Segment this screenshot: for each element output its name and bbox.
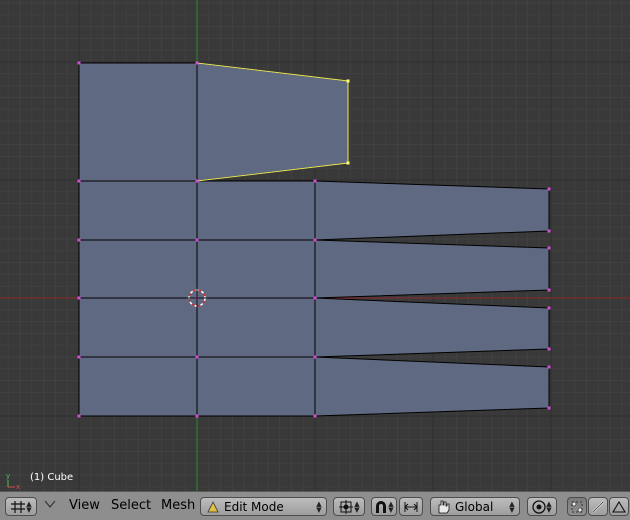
face-select-icon — [612, 500, 626, 513]
mesh-vertex — [313, 414, 317, 418]
mesh-vertex — [547, 406, 551, 410]
axis-y-label: y — [6, 472, 10, 480]
axis-widget: y x — [4, 470, 24, 490]
mesh-vertex — [195, 238, 199, 242]
mesh-vertex — [195, 61, 199, 65]
menu-view[interactable]: View — [69, 498, 100, 513]
mesh-vertex — [547, 306, 551, 310]
mode-icon — [207, 500, 219, 512]
mode-selector[interactable]: Edit Mode ▲ ▼ — [200, 497, 327, 516]
mesh-vertex — [547, 229, 551, 233]
mesh[interactable] — [0, 0, 630, 491]
mesh-vertex — [313, 355, 317, 359]
selected-vertex — [346, 79, 350, 83]
mesh-vertex — [313, 296, 317, 300]
mesh-vertex — [195, 179, 199, 183]
menu-select[interactable]: Select — [111, 498, 151, 513]
proportional-edit-button[interactable]: ▲ ▼ — [527, 497, 557, 516]
mesh-vertex — [547, 246, 551, 250]
orientation-selector[interactable]: Global ▲ ▼ — [430, 497, 520, 516]
mesh-face — [196, 180, 316, 241]
axis-x-label: x — [16, 483, 20, 490]
mesh-face — [78, 297, 198, 358]
mesh-vertex — [77, 414, 81, 418]
face-select-button[interactable] — [609, 497, 629, 516]
mesh-vertex — [547, 187, 551, 191]
viewport-header: ▲ ▼ View Select Mesh Edit Mode ▲ ▼ ▲ ▼ ▲ ▼ G… — [0, 491, 630, 520]
active-object-label: (1) Cube — [30, 472, 74, 483]
proportional-icon — [532, 499, 546, 514]
snap-icon — [404, 501, 418, 512]
mesh-vertex — [547, 288, 551, 292]
mesh-face — [196, 297, 316, 358]
3d-viewport[interactable]: y x (1) Cube — [0, 0, 630, 491]
edge-select-icon — [592, 500, 604, 513]
snap-element-button[interactable] — [399, 497, 423, 516]
hand-icon — [438, 500, 450, 513]
mesh-face — [78, 356, 198, 417]
selected-vertex — [346, 161, 350, 165]
mesh-face — [314, 356, 550, 417]
mesh-face — [196, 62, 349, 182]
vertex-select-icon — [571, 501, 583, 512]
mesh-face — [314, 297, 550, 358]
mesh-vertex — [195, 414, 199, 418]
pivot-icon — [339, 499, 353, 514]
mesh-vertex — [547, 365, 551, 369]
vertex-select-button[interactable] — [567, 497, 587, 516]
mesh-vertex — [77, 179, 81, 183]
mesh-vertex — [313, 179, 317, 183]
mesh-face — [78, 180, 198, 241]
editor-type-button[interactable]: ▲ ▼ — [5, 497, 37, 516]
mesh-vertex — [313, 238, 317, 242]
magnet-icon — [376, 500, 386, 513]
mesh-vertex — [195, 355, 199, 359]
mesh-face — [196, 239, 316, 299]
menu-mesh[interactable]: Mesh — [161, 498, 195, 513]
mesh-face — [78, 239, 198, 299]
edge-select-button[interactable] — [588, 497, 608, 516]
mesh-face — [314, 180, 550, 241]
mesh-face — [314, 239, 550, 299]
mesh-vertex — [77, 296, 81, 300]
orientation-selector-value: Global — [455, 499, 494, 514]
grid-icon — [11, 500, 25, 513]
mesh-vertex — [77, 355, 81, 359]
mesh-face — [196, 356, 316, 417]
dropdown-arrow-icon — [44, 500, 56, 508]
collapse-menu-arrow[interactable] — [44, 499, 56, 512]
mesh-vertex — [77, 238, 81, 242]
mesh-face — [78, 62, 198, 182]
mesh-vertex — [547, 347, 551, 351]
mode-selector-value: Edit Mode — [224, 499, 284, 514]
pivot-button[interactable]: ▲ ▼ — [333, 497, 365, 516]
mesh-vertex — [77, 61, 81, 65]
snap-toggle[interactable]: ▲ ▼ — [371, 497, 397, 516]
